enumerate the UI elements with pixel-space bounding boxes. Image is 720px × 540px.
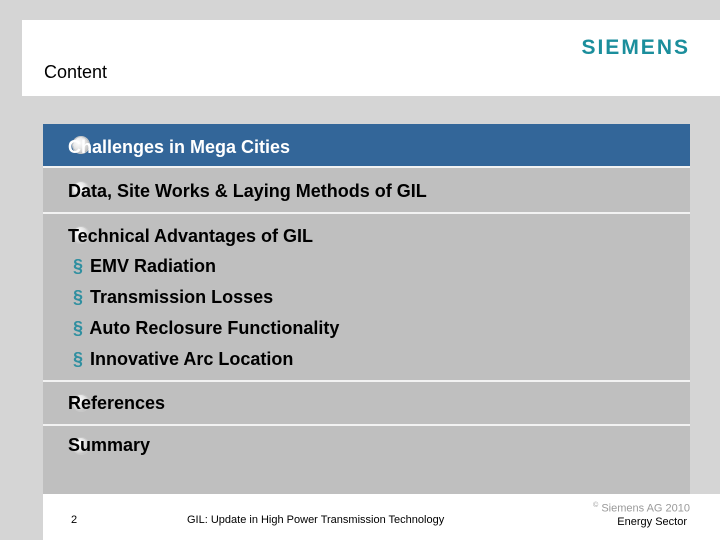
menu-item-references[interactable]: References	[43, 382, 690, 424]
section-marker-icon: §	[73, 318, 84, 338]
menu-item-label: Summary	[68, 435, 151, 455]
copyright-text: Siemens AG 2010	[601, 502, 690, 515]
subitem-label: EMV Radiation	[90, 256, 217, 276]
menu-item-label: Challenges in Mega Cities	[68, 137, 291, 157]
menu-item-label: Technical Advantages of GIL	[68, 226, 314, 246]
menu-item-label: Data, Site Works & Laying Methods of GIL	[68, 181, 427, 201]
subitem-label: Auto Reclosure Functionality	[89, 318, 340, 338]
section-marker-icon: §	[73, 256, 84, 276]
menu-item-label: References	[68, 393, 166, 413]
subitem-arc-location[interactable]: § Innovative Arc Location	[73, 349, 293, 370]
copyright-symbol: ©	[593, 502, 599, 509]
subitem-label: Transmission Losses	[90, 287, 274, 307]
page-number: 2	[71, 514, 78, 526]
sector-label: Energy Sector	[617, 516, 687, 528]
page-title: Content	[44, 62, 108, 82]
subitem-emv-radiation[interactable]: § EMV Radiation	[73, 256, 216, 277]
section-marker-icon: §	[73, 349, 84, 369]
subitem-auto-reclosure[interactable]: § Auto Reclosure Functionality	[73, 318, 339, 339]
section-marker-icon: §	[73, 287, 84, 307]
subitem-label: Innovative Arc Location	[90, 349, 294, 369]
copyright-notice: © Siemens AG 2010	[593, 502, 690, 515]
menu-item-challenges[interactable]: Challenges in Mega Cities	[43, 124, 690, 166]
header-bar: SIEMENS Content	[22, 20, 720, 96]
presentation-title: GIL: Update in High Power Transmission T…	[187, 514, 445, 526]
subitem-transmission-losses[interactable]: § Transmission Losses	[73, 287, 273, 308]
menu-item-summary[interactable]: Summary	[43, 426, 690, 466]
siemens-logo: SIEMENS	[581, 36, 690, 59]
menu-item-data-site-works[interactable]: Data, Site Works & Laying Methods of GIL	[43, 168, 690, 212]
